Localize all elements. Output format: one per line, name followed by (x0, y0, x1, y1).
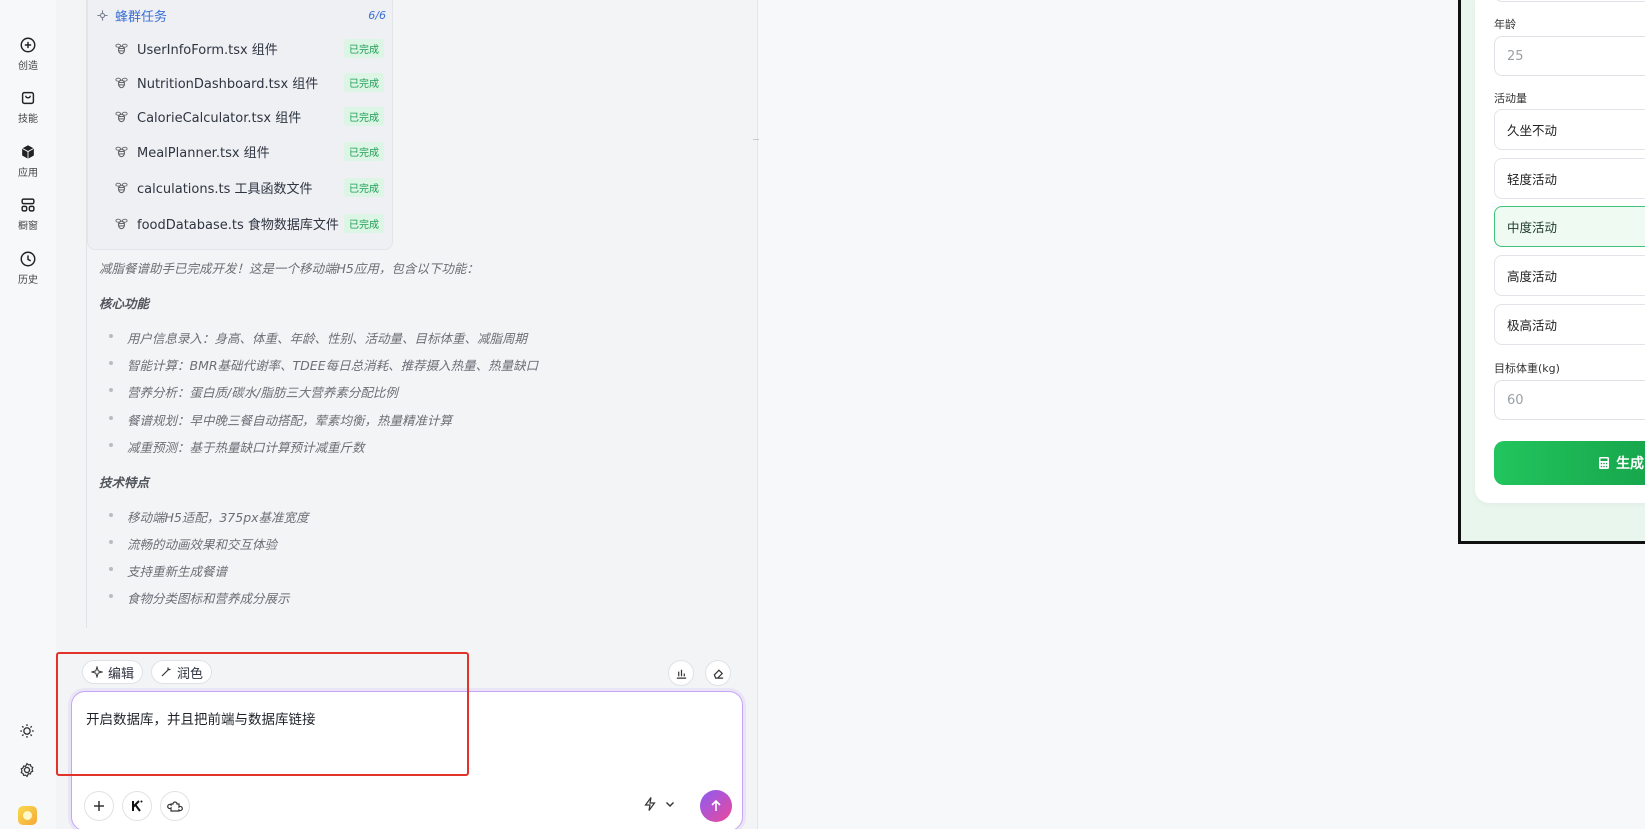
polish-button[interactable]: 润色 (151, 660, 213, 684)
clipped-input[interactable] (1494, 0, 1645, 2)
status-badge: 已完成 (344, 213, 384, 233)
lightning-icon (644, 797, 656, 811)
list-item: 移动端H5适配，375px基准宽度 (109, 507, 309, 526)
age-label: 年龄 (1494, 18, 1516, 31)
rail-item-label: 历史 (18, 275, 38, 286)
age-input[interactable]: 25 (1494, 36, 1645, 76)
task-name: UserInfoForm.tsx 组件 (137, 42, 278, 58)
magic-wand-icon (161, 667, 171, 677)
target-weight-label: 目标体重(kg) (1494, 362, 1560, 375)
avatar[interactable] (18, 806, 37, 825)
status-badge: 已完成 (344, 177, 384, 197)
message-composer: 开启数据库，并且把前端与数据库链接 (71, 691, 743, 829)
activity-option[interactable]: 久坐不动 (1494, 109, 1645, 150)
rail-item-label: 创造 (18, 61, 38, 72)
swarm-task-item[interactable]: MealPlanner.tsx 组件 已完成 (114, 138, 384, 164)
activity-option-selected[interactable]: 中度活动 (1494, 206, 1645, 247)
plugin-button[interactable] (160, 791, 190, 821)
eraser-icon (713, 668, 723, 679)
list-item: 餐谱规划：早中晚三餐自动搭配，荤素均衡，热量精准计算 (109, 410, 452, 429)
swarm-task-card: 蜂群任务 6/6 UserInfoForm.tsx 组件 已完成 Nutriti… (87, 0, 393, 250)
target-weight-input[interactable]: 60 (1494, 380, 1645, 420)
left-rail: 创造 技能 应用 橱窗 历史 (0, 0, 56, 829)
task-name: CalorieCalculator.tsx 组件 (137, 110, 302, 126)
swarm-task-header[interactable]: 蜂群任务 6/6 (96, 6, 386, 25)
bee-icon (115, 146, 128, 157)
gear-icon (20, 762, 34, 778)
status-badge: 已完成 (344, 141, 384, 161)
section-heading: 技术特点 (99, 475, 150, 490)
task-name: MealPlanner.tsx 组件 (137, 145, 270, 161)
status-badge: 已完成 (344, 106, 384, 126)
bee-icon (115, 43, 128, 54)
activity-option[interactable]: 轻度活动 (1494, 158, 1645, 199)
calculator-icon (1599, 457, 1609, 469)
list-item: 营养分析：蛋白质/碳水/脂肪三大营养素分配比例 (109, 382, 398, 401)
sun-icon (20, 724, 34, 738)
k-logo-icon (132, 800, 143, 812)
plus-icon (94, 801, 104, 811)
puzzle-icon (167, 801, 183, 812)
list-item: 用户信息录入：身高、体重、年龄、性别、活动量、目标体重、减脂周期 (109, 328, 527, 347)
bee-icon (115, 77, 128, 88)
swarm-task-title: 蜂群任务 (115, 9, 168, 25)
message-intro: 减脂餐谱助手已完成开发！这是一个移动端H5应用，包含以下功能： (99, 261, 479, 276)
swarm-task-item[interactable]: CalorieCalculator.tsx 组件 已完成 (114, 103, 384, 129)
message-thread: 蜂群任务 6/6 UserInfoForm.tsx 组件 已完成 Nutriti… (86, 0, 761, 628)
list-item: 食物分类图标和营养成分展示 (109, 588, 290, 607)
mode-selector[interactable] (642, 796, 676, 812)
rail-item-label: 应用 (18, 168, 38, 179)
swarm-task-item[interactable]: UserInfoForm.tsx 组件 已完成 (114, 35, 384, 61)
list-item: 流畅的动画效果和交互体验 (109, 534, 277, 553)
rail-item-label: 橱窗 (18, 221, 38, 232)
rail-item-label: 技能 (18, 114, 38, 125)
bar-chart-icon (676, 669, 686, 679)
composer-toolbar: 编辑 润色 (82, 660, 213, 684)
send-button[interactable] (700, 790, 732, 822)
sparkle-icon (91, 666, 103, 678)
list-item: 智能计算：BMR基础代谢率、TDEE每日总消耗、推荐摄入热量、热量缺口 (109, 355, 538, 374)
grid-icon (21, 198, 35, 212)
status-badge: 已完成 (344, 72, 384, 92)
bee-icon (115, 182, 128, 193)
knowledge-button[interactable] (122, 791, 152, 821)
bag-icon (21, 91, 35, 105)
settings-button[interactable] (18, 761, 36, 783)
swarm-icon (97, 9, 108, 21)
rail-item-apps[interactable]: 应用 (0, 143, 56, 179)
cube-icon (22, 145, 34, 159)
arrow-up-icon (711, 799, 721, 811)
activity-label: 活动量 (1494, 92, 1527, 105)
edit-button[interactable]: 编辑 (82, 660, 144, 684)
stats-button[interactable] (668, 660, 694, 686)
rail-item-create[interactable]: 创造 (0, 36, 56, 72)
generate-button[interactable]: 生成 (1494, 441, 1645, 485)
bee-icon (115, 111, 128, 122)
status-badge: 已完成 (344, 38, 384, 58)
theme-toggle-button[interactable] (18, 722, 36, 744)
swarm-task-item[interactable]: calculations.ts 工具函数文件 已完成 (114, 174, 384, 200)
list-item: 减重预测：基于热量缺口计算预计减重斤数 (109, 437, 365, 456)
activity-option[interactable]: 极高活动 (1494, 304, 1645, 345)
task-name: NutritionDashboard.tsx 组件 (137, 76, 319, 92)
section-heading: 核心功能 (99, 296, 150, 311)
swarm-task-item[interactable]: NutritionDashboard.tsx 组件 已完成 (114, 69, 384, 95)
rail-item-history[interactable]: 历史 (0, 250, 56, 286)
add-attachment-button[interactable] (84, 791, 114, 821)
task-name: calculations.ts 工具函数文件 (137, 181, 313, 197)
message-input[interactable]: 开启数据库，并且把前端与数据库链接 (86, 708, 726, 768)
rail-item-skills[interactable]: 技能 (0, 89, 56, 125)
clear-button[interactable] (705, 660, 731, 686)
chevron-down-icon (666, 802, 674, 807)
list-item: 支持重新生成餐谱 (109, 561, 227, 580)
activity-option[interactable]: 高度活动 (1494, 255, 1645, 296)
swarm-task-count: 6/6 (368, 8, 386, 22)
task-name: foodDatabase.ts 食物数据库文件 (137, 217, 339, 233)
rail-item-showcase[interactable]: 橱窗 (0, 196, 56, 232)
plus-circle-icon (20, 37, 36, 53)
swarm-task-item[interactable]: foodDatabase.ts 食物数据库文件 已完成 (114, 210, 384, 236)
clock-icon (20, 251, 36, 267)
bee-icon (115, 218, 128, 229)
